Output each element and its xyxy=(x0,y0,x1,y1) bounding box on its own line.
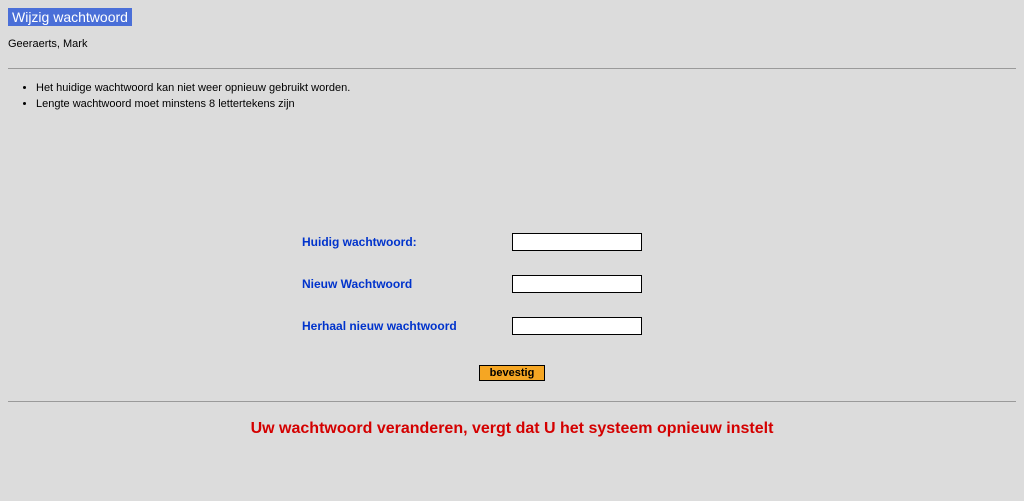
repeat-password-row: Herhaal nieuw wachtwoord xyxy=(302,317,722,335)
confirm-button[interactable]: bevestig xyxy=(479,365,546,381)
divider-top xyxy=(8,68,1016,69)
username-label: Geeraerts, Mark xyxy=(8,38,1016,50)
current-password-label: Huidig wachtwoord: xyxy=(302,235,512,249)
rule-item: Het huidige wachtwoord kan niet weer opn… xyxy=(36,81,1016,97)
warning-message: Uw wachtwoord veranderen, vergt dat U he… xyxy=(8,420,1016,438)
repeat-password-label: Herhaal nieuw wachtwoord xyxy=(302,319,512,333)
new-password-row: Nieuw Wachtwoord xyxy=(302,275,722,293)
repeat-password-input[interactable] xyxy=(512,317,642,335)
password-form: Huidig wachtwoord: Nieuw Wachtwoord Herh… xyxy=(8,233,1016,381)
divider-bottom xyxy=(8,401,1016,402)
confirm-row: bevestig xyxy=(479,365,546,381)
rules-list: Het huidige wachtwoord kan niet weer opn… xyxy=(36,81,1016,113)
rule-item: Lengte wachtwoord moet minstens 8 letter… xyxy=(36,97,1016,113)
new-password-input[interactable] xyxy=(512,275,642,293)
current-password-input[interactable] xyxy=(512,233,642,251)
new-password-label: Nieuw Wachtwoord xyxy=(302,277,512,291)
page-title: Wijzig wachtwoord xyxy=(8,8,132,26)
current-password-row: Huidig wachtwoord: xyxy=(302,233,722,251)
